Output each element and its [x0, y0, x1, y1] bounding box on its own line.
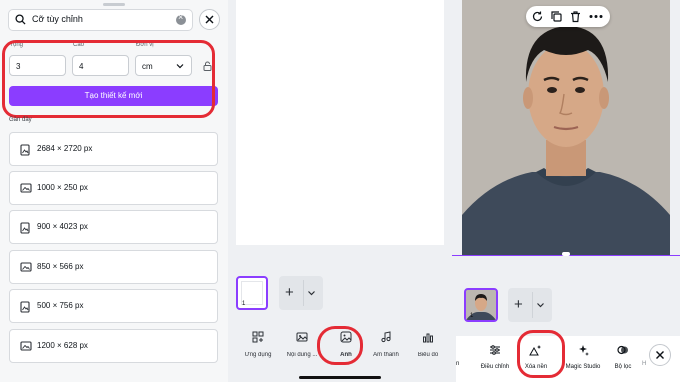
page-thumbnail[interactable]: 1	[464, 288, 498, 322]
unit-value: cm	[142, 62, 153, 71]
recent-heading: Gần đây	[9, 117, 32, 123]
photo-editor-panel: 1 + n Điều chỉnh Xóa nền Magic Studio Bộ…	[452, 0, 680, 382]
filter-icon	[617, 345, 628, 355]
toolbar-audio[interactable]: Âm thanh	[364, 330, 408, 358]
landscape-size-icon	[20, 341, 32, 351]
screenshot-root: Cỡ tùy chỉnh rộng Cao Đơn vị 3 4 cm Tạo …	[0, 0, 680, 382]
recent-size-item[interactable]: 1000 × 250 px	[9, 171, 218, 205]
unit-label: Đơn vị	[136, 42, 154, 48]
photo-icon	[340, 331, 352, 343]
recent-size-label: 500 × 756 px	[37, 301, 84, 310]
blank-editor-panel: 1 + Ứng dụng Nội dung ... Ảnh Âm thanh B…	[228, 0, 452, 382]
chart-icon	[423, 333, 433, 343]
photo-toolbar: n Điều chỉnh Xóa nền Magic Studio Bộ lọc…	[456, 336, 680, 382]
lock-icon[interactable]	[203, 61, 212, 71]
toolbar-magic-studio-label: Magic Studio	[565, 364, 601, 370]
recent-size-item[interactable]: 900 × 4023 px	[9, 210, 218, 244]
add-page-button[interactable]: +	[508, 288, 552, 322]
toolbar-apps[interactable]: Ứng dụng	[236, 330, 280, 358]
divider	[532, 292, 533, 318]
portrait-size-icon	[20, 144, 30, 156]
toolbar-filters[interactable]: Bộ lọc	[610, 343, 636, 370]
recent-size-label: 1200 × 628 px	[37, 341, 88, 350]
toolbar-charts-label: Biểu đồ	[417, 352, 439, 358]
toolbar-bg-remover-label: Xóa nền	[524, 364, 548, 370]
create-design-button[interactable]: Tạo thiết kế mới	[9, 86, 218, 106]
toolbar-photos[interactable]: Ảnh	[324, 330, 368, 358]
recent-size-item[interactable]: 2684 × 2720 px	[9, 132, 218, 166]
design-canvas[interactable]	[236, 0, 444, 245]
adjust-icon	[490, 345, 500, 355]
apps-icon	[252, 331, 264, 343]
search-icon	[15, 14, 26, 25]
magic-studio-icon	[579, 345, 589, 356]
toolbar-content[interactable]: Nội dung ...	[280, 330, 324, 358]
recent-size-item[interactable]: 500 × 756 px	[9, 289, 218, 323]
toolbar-apps-label: Ứng dụng	[244, 352, 272, 358]
chevron-down-icon	[537, 303, 544, 308]
trash-icon[interactable]	[569, 10, 582, 23]
plus-icon: +	[514, 296, 523, 313]
portrait-size-icon	[20, 301, 30, 313]
music-icon	[381, 331, 391, 343]
search-input[interactable]: Cỡ tùy chỉnh	[8, 9, 193, 31]
page-number: 1	[470, 313, 474, 319]
height-label: Cao	[73, 42, 85, 48]
content-icon	[296, 332, 308, 342]
toolbar-photos-label: Ảnh	[340, 352, 352, 358]
width-field[interactable]: 3	[9, 55, 66, 76]
floating-toolbar	[526, 6, 610, 27]
portrait-illustration	[462, 0, 670, 255]
duplicate-icon[interactable]	[550, 10, 563, 23]
resize-handle[interactable]	[562, 252, 570, 256]
landscape-size-icon	[20, 262, 32, 272]
clear-icon[interactable]	[176, 12, 186, 25]
close-icon	[656, 351, 664, 359]
toolbar-cut-item[interactable]: n	[456, 358, 459, 367]
search-value: Cỡ tùy chỉnh	[32, 14, 83, 24]
toolbar-adjust-label: Điều chỉnh	[480, 364, 510, 370]
toolbar-bg-remover[interactable]: Xóa nền	[520, 343, 552, 370]
chevron-down-icon	[308, 291, 315, 296]
toolbar-next-item[interactable]: H	[642, 358, 646, 367]
background-remover-icon	[529, 345, 541, 356]
chevron-down-icon	[176, 64, 184, 69]
landscape-size-icon	[20, 183, 32, 193]
toolbar-content-label: Nội dung ...	[286, 352, 318, 358]
portrait-size-icon	[20, 222, 30, 234]
plus-icon: +	[285, 284, 294, 301]
recent-size-item[interactable]: 1200 × 628 px	[9, 329, 218, 363]
page-thumbnail[interactable]: 1	[236, 276, 268, 310]
recent-size-label: 2684 × 2720 px	[37, 144, 93, 153]
recent-size-label: 1000 × 250 px	[37, 183, 88, 192]
divider	[303, 280, 304, 306]
toolbar-charts[interactable]: Biểu đồ	[406, 330, 450, 358]
toolbar-next-label: H	[642, 361, 647, 367]
close-button[interactable]	[649, 344, 671, 366]
add-page-button[interactable]: +	[279, 276, 323, 310]
toolbar-adjust[interactable]: Điều chỉnh	[478, 343, 512, 370]
home-indicator	[299, 376, 381, 379]
recent-size-item[interactable]: 850 × 566 px	[9, 250, 218, 284]
more-icon[interactable]	[589, 14, 603, 19]
page-number: 1	[242, 301, 246, 307]
toolbar-filters-label: Bộ lọc	[614, 364, 632, 370]
highlight-ring	[2, 40, 215, 118]
recent-size-label: 850 × 566 px	[37, 262, 84, 271]
toolbar-cut-label: n	[456, 361, 460, 367]
custom-size-panel: Cỡ tùy chỉnh rộng Cao Đơn vị 3 4 cm Tạo …	[0, 0, 228, 382]
close-icon	[205, 15, 214, 24]
recent-size-label: 900 × 4023 px	[37, 222, 88, 231]
width-label: rộng	[11, 42, 24, 48]
sheet-drag-handle[interactable]	[103, 3, 125, 6]
portrait-photo[interactable]	[462, 0, 670, 255]
toolbar-audio-label: Âm thanh	[373, 352, 399, 358]
height-field[interactable]: 4	[72, 55, 129, 76]
toolbar-magic-studio[interactable]: Magic Studio	[560, 343, 606, 370]
close-button[interactable]	[199, 9, 220, 30]
refresh-icon[interactable]	[531, 10, 544, 23]
unit-select[interactable]: cm	[135, 55, 192, 76]
